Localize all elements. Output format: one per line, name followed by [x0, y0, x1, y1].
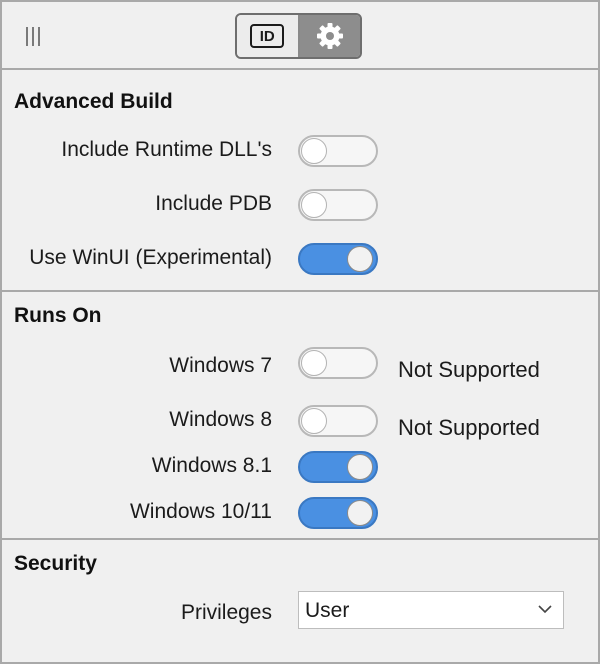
toggle-windows-7[interactable]	[298, 347, 378, 379]
grip-lines-icon[interactable]	[26, 27, 42, 47]
id-icon: ID	[250, 24, 285, 48]
toggle-include-pdb[interactable]	[298, 189, 378, 221]
chevron-down-icon	[538, 605, 552, 614]
section-title-advanced-build: Advanced Build	[14, 90, 173, 113]
label-privileges: Privileges	[180, 601, 272, 624]
label-windows-8-1: Windows 8.1	[151, 454, 272, 477]
toggle-knob	[347, 500, 373, 526]
toggle-windows-10-11[interactable]	[298, 497, 378, 529]
toggle-windows-8[interactable]	[298, 405, 378, 437]
label-include-pdb: Include PDB	[155, 192, 272, 215]
label-use-winui: Use WinUI (Experimental)	[29, 246, 272, 269]
toggle-knob	[347, 246, 373, 272]
toggle-windows-8-1[interactable]	[298, 451, 378, 483]
windows-8-support-note: Not Supported	[398, 415, 540, 440]
label-windows-8: Windows 8	[169, 408, 272, 431]
toggle-knob	[301, 138, 327, 164]
section-title-runs-on: Runs On	[14, 304, 102, 327]
privileges-selected-value: User	[305, 599, 350, 622]
toggle-knob	[347, 454, 373, 480]
settings-view-button[interactable]	[299, 15, 360, 57]
id-view-button[interactable]: ID	[237, 15, 300, 57]
label-windows-10-11: Windows 10/11	[129, 500, 272, 523]
toggle-use-winui[interactable]	[298, 243, 378, 275]
gear-icon	[316, 23, 343, 49]
toggle-knob	[301, 350, 327, 376]
settings-panel: ID Advanced Build Include Runtime DLL's …	[0, 0, 600, 664]
section-divider	[2, 290, 598, 292]
view-toggle-group: ID	[235, 13, 362, 59]
toggle-knob	[301, 192, 327, 218]
toggle-knob	[301, 408, 327, 434]
windows-7-support-note: Not Supported	[398, 357, 540, 382]
label-windows-7: Windows 7	[169, 354, 272, 377]
toolbar: ID	[2, 2, 598, 70]
section-divider	[2, 538, 598, 540]
privileges-select[interactable]: User	[298, 591, 564, 629]
section-title-security: Security	[14, 552, 97, 575]
label-include-runtime-dlls: Include Runtime DLL's	[61, 138, 272, 161]
toggle-include-runtime-dlls[interactable]	[298, 135, 378, 167]
